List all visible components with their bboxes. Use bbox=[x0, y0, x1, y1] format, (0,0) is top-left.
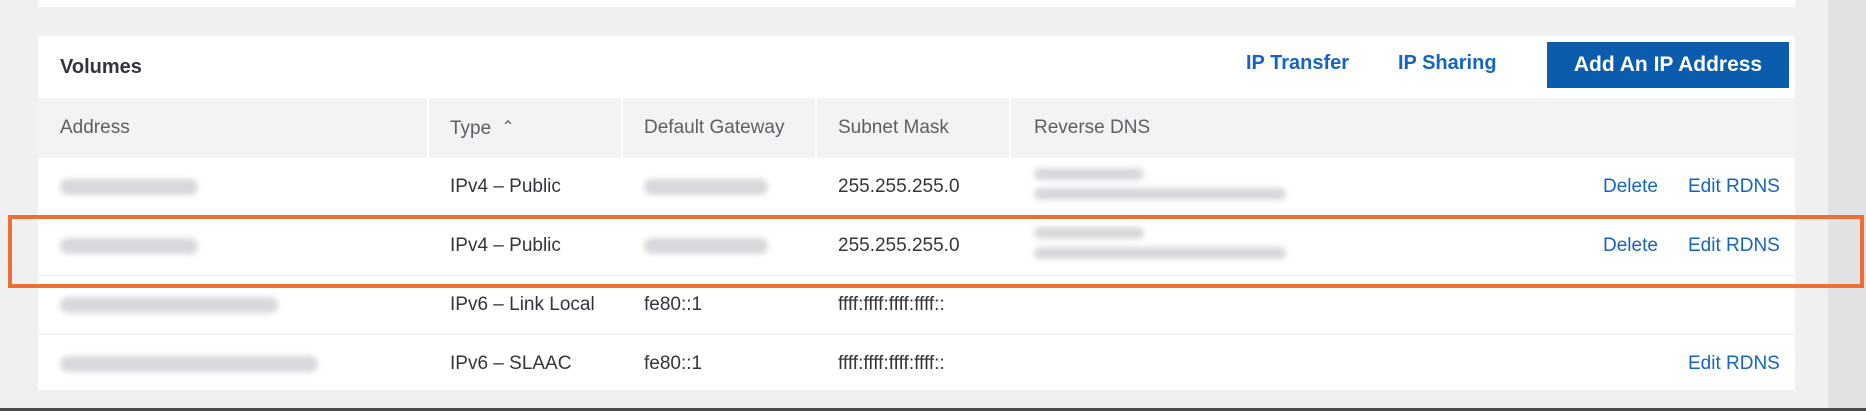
redacted-address bbox=[60, 356, 318, 372]
redacted-reverse-dns bbox=[1034, 227, 1144, 239]
type-cell: IPv6 – Link Local bbox=[450, 294, 595, 315]
column-divider bbox=[1009, 98, 1011, 158]
type-cell: IPv4 – Public bbox=[450, 235, 561, 256]
redacted-address bbox=[60, 179, 198, 195]
card-header: Volumes IP Transfer IP Sharing Add An IP… bbox=[38, 36, 1795, 98]
add-ip-address-button[interactable]: Add An IP Address bbox=[1547, 42, 1789, 88]
default-gateway-cell: fe80::1 bbox=[644, 353, 703, 374]
column-header-default-gateway[interactable]: Default Gateway bbox=[644, 98, 784, 158]
ip-sharing-link[interactable]: IP Sharing bbox=[1398, 52, 1497, 75]
subnet-mask-cell: 255.255.255.0 bbox=[838, 176, 960, 197]
column-header-subnet-mask[interactable]: Subnet Mask bbox=[838, 98, 949, 158]
edit-rdns-button[interactable]: Edit RDNS bbox=[1688, 335, 1780, 393]
column-header-address[interactable]: Address bbox=[60, 98, 130, 158]
column-header-type[interactable]: Type ⌃ bbox=[450, 98, 515, 158]
edit-rdns-button[interactable]: Edit RDNS bbox=[1688, 158, 1780, 216]
table-header: Address Type ⌃ Default Gateway Subnet Mas… bbox=[38, 98, 1795, 158]
redacted-address bbox=[60, 297, 278, 313]
redacted-gateway bbox=[644, 238, 768, 254]
column-header-reverse-dns[interactable]: Reverse DNS bbox=[1034, 98, 1150, 158]
ip-addresses-card: Volumes IP Transfer IP Sharing Add An IP… bbox=[38, 36, 1795, 390]
edit-rdns-button[interactable]: Edit RDNS bbox=[1688, 217, 1780, 275]
column-header-type-label: Type bbox=[450, 118, 492, 139]
subnet-mask-cell: ffff:ffff:ffff:ffff:: bbox=[838, 294, 945, 315]
delete-button[interactable]: Delete bbox=[1603, 217, 1658, 275]
table-row: IPv6 – SLAAC fe80::1 ffff:ffff:ffff:ffff… bbox=[38, 335, 1795, 393]
redacted-gateway bbox=[644, 179, 768, 195]
table-row: IPv4 – Public 255.255.255.0 Delete Edit … bbox=[38, 217, 1795, 276]
subnet-mask-cell: ffff:ffff:ffff:ffff:: bbox=[838, 353, 945, 374]
chevron-up-icon: ⌃ bbox=[501, 119, 515, 136]
delete-button[interactable]: Delete bbox=[1603, 158, 1658, 216]
column-divider bbox=[815, 98, 817, 158]
ip-transfer-link[interactable]: IP Transfer bbox=[1246, 52, 1349, 75]
type-cell: IPv6 – SLAAC bbox=[450, 353, 572, 374]
redacted-reverse-dns bbox=[1034, 168, 1144, 180]
redacted-reverse-dns bbox=[1034, 188, 1286, 200]
right-scroll-gutter bbox=[1828, 0, 1866, 411]
table-row: IPv4 – Public 255.255.255.0 Delete Edit … bbox=[38, 158, 1795, 217]
section-title: Volumes bbox=[60, 56, 142, 78]
redacted-reverse-dns bbox=[1034, 247, 1286, 259]
column-divider bbox=[621, 98, 623, 158]
redacted-address bbox=[60, 238, 198, 254]
table-row: IPv6 – Link Local fe80::1 ffff:ffff:ffff… bbox=[38, 276, 1795, 335]
type-cell: IPv4 – Public bbox=[450, 176, 561, 197]
previous-card-edge bbox=[38, 0, 1795, 7]
subnet-mask-cell: 255.255.255.0 bbox=[838, 235, 960, 256]
column-divider bbox=[427, 98, 429, 158]
default-gateway-cell: fe80::1 bbox=[644, 294, 703, 315]
